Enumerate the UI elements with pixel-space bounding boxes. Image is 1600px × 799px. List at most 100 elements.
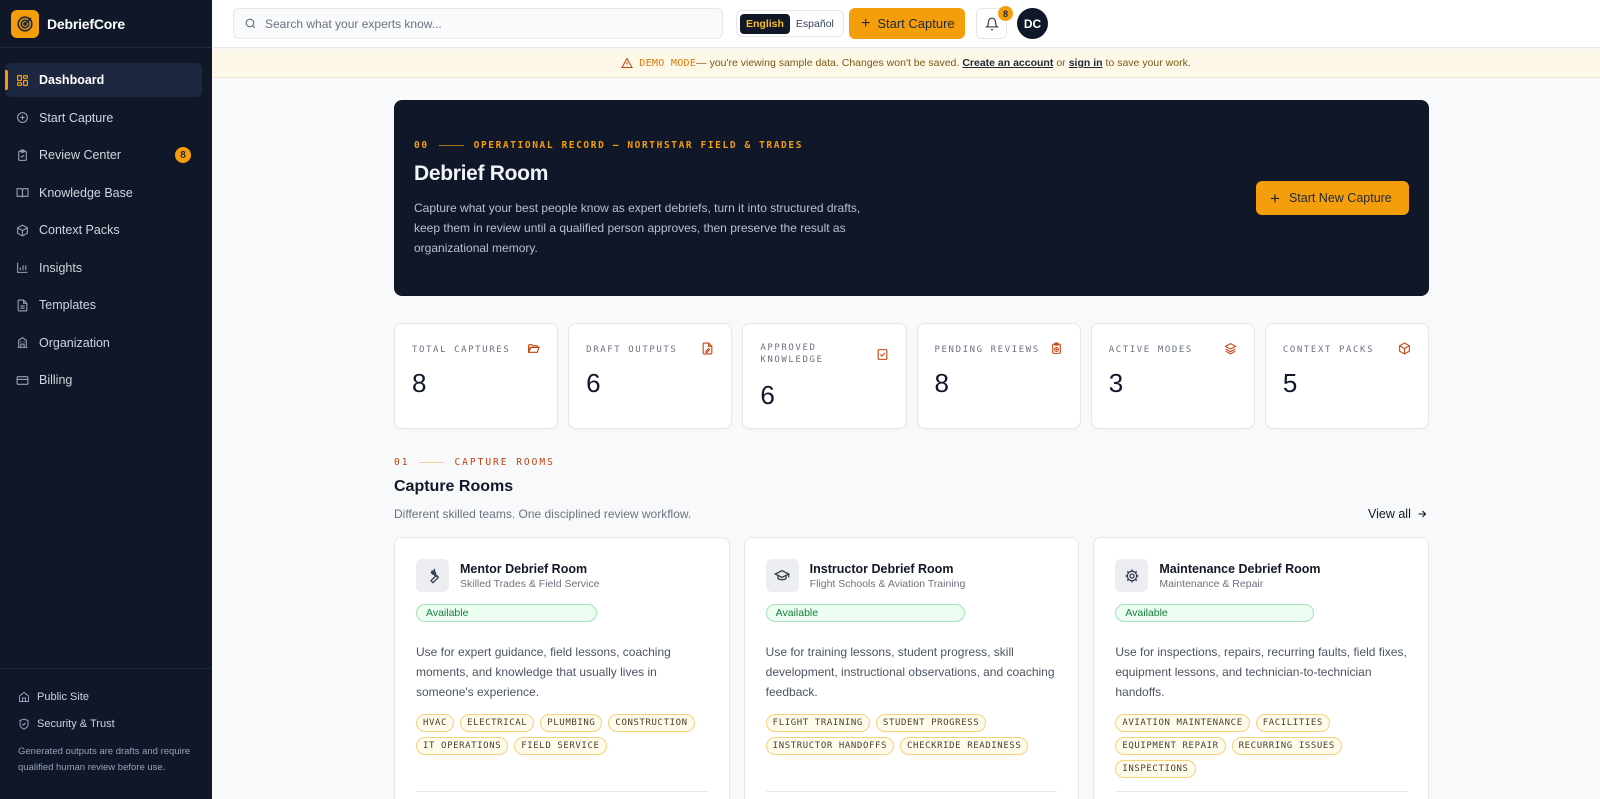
room-tags: AVIATION MAINTENANCE FACILITIES EQUIPMEN…: [1115, 714, 1415, 778]
tag-chip: FIELD SERVICE: [514, 737, 607, 755]
stat-card-context-packs[interactable]: CONTEXT PACKS 5: [1264, 323, 1430, 429]
book-icon: [16, 186, 29, 199]
view-all-link[interactable]: View all: [1368, 507, 1428, 521]
status-badge: Available: [416, 604, 597, 622]
search-box[interactable]: [233, 8, 723, 39]
stat-card-total-captures[interactable]: TOTAL CAPTURES 8: [394, 323, 559, 429]
room-description: Use for training lessons, student progre…: [765, 645, 1055, 699]
app-name: DebriefCore: [47, 15, 125, 32]
room-category: Maintenance & Repair: [1159, 578, 1264, 590]
stat-label: ACTIVE MODES: [1108, 345, 1193, 355]
brand[interactable]: DebriefCore: [0, 0, 212, 48]
room-divider: [1115, 791, 1408, 792]
tag-chip: STUDENT PROGRESS: [875, 714, 987, 732]
sidebar-item-label: Context Packs: [39, 223, 120, 237]
stat-label: APPROVED KNOWLEDGE: [760, 343, 824, 365]
stat-value: 8: [412, 368, 427, 398]
security-trust-label: Security & Trust: [37, 717, 115, 730]
plus-icon: +: [1270, 188, 1280, 208]
public-site-link[interactable]: Public Site: [18, 683, 194, 710]
start-capture-button[interactable]: + Start Capture: [849, 8, 965, 39]
eyebrow-divider: [438, 145, 464, 146]
tag-chip: RECURRING ISSUES: [1231, 737, 1342, 755]
section-index: 01: [394, 457, 410, 468]
search-input[interactable]: [265, 16, 705, 31]
sidebar-item-context-packs[interactable]: Context Packs: [5, 213, 202, 247]
tag-chip: EQUIPMENT REPAIR: [1115, 737, 1226, 755]
tag-chip: AVIATION MAINTENANCE: [1115, 714, 1250, 732]
sidebar-item-label: Review Center: [39, 148, 121, 162]
topbar: English Español + Start Capture 8 DC: [212, 0, 1600, 48]
tag-chip: INSPECTIONS: [1115, 760, 1196, 778]
review-count-badge: 8: [175, 147, 191, 163]
security-trust-link[interactable]: Security & Trust: [18, 710, 194, 737]
status-badge: Available: [1115, 604, 1315, 622]
room-description: Use for expert guidance, field lessons, …: [416, 645, 671, 699]
sidebar-item-knowledge-base[interactable]: Knowledge Base: [5, 176, 202, 210]
sidebar-item-organization[interactable]: Organization: [5, 326, 202, 360]
stat-value: 3: [1108, 368, 1124, 398]
stat-card-active-modes[interactable]: ACTIVE MODES 3: [1090, 323, 1255, 429]
sidebar-item-label: Billing: [39, 373, 73, 387]
notifications-button[interactable]: 8: [976, 6, 1013, 39]
bell-icon: [984, 17, 999, 31]
stat-card-draft-outputs[interactable]: DRAFT OUTPUTS 6: [568, 323, 733, 429]
hero-description: Capture what your best people know as ex…: [414, 201, 861, 255]
sidebar-item-label: Dashboard: [39, 73, 105, 87]
create-account-link[interactable]: Create an account: [962, 57, 1053, 69]
stat-card-pending-reviews[interactable]: PENDING REVIEWS 8: [916, 323, 1081, 429]
room-description: Use for inspections, repairs, recurring …: [1115, 645, 1407, 699]
room-card-mentor[interactable]: Mentor Debrief Room Skilled Trades & Fie…: [394, 537, 730, 799]
sidebar-item-label: Start Capture: [39, 110, 114, 125]
sidebar-item-dashboard[interactable]: Dashboard: [5, 63, 202, 97]
room-category: Skilled Trades & Field Service: [460, 578, 600, 590]
warning-icon: [621, 57, 634, 69]
sidebar-nav: Dashboard Start Capture Review Center 8 …: [0, 48, 212, 397]
eyebrow-divider: [419, 462, 445, 463]
sidebar-item-review-center[interactable]: Review Center 8: [5, 138, 202, 172]
tag-chip: FLIGHT TRAINING: [765, 714, 870, 732]
room-name: Maintenance Debrief Room: [1159, 562, 1321, 576]
wrench-icon: [416, 559, 449, 592]
dashboard-icon: [16, 74, 29, 87]
status-badge: Available: [765, 604, 965, 622]
lang-espanol[interactable]: Español: [790, 14, 840, 34]
capture-rooms-eyebrow: 01 CAPTURE ROOMS: [394, 457, 555, 468]
sign-in-link[interactable]: sign in: [1069, 57, 1103, 69]
building-icon: [16, 336, 29, 349]
sidebar-item-billing[interactable]: Billing: [5, 363, 202, 397]
stat-value: 6: [586, 368, 601, 398]
start-new-capture-label: Start New Capture: [1288, 191, 1392, 205]
room-divider: [765, 791, 1058, 792]
tag-chip: HVAC: [416, 714, 455, 732]
package-icon: [16, 223, 29, 237]
layers-icon: [1224, 342, 1237, 355]
start-new-capture-button[interactable]: + Start New Capture: [1256, 181, 1409, 215]
sidebar-footer: Public Site Security & Trust Generated o…: [0, 668, 212, 799]
tag-chip: FACILITIES: [1255, 714, 1330, 732]
sidebar-item-start-capture[interactable]: Start Capture: [5, 101, 202, 135]
start-capture-label: Start Capture: [877, 16, 955, 31]
check-square-icon: [876, 348, 889, 361]
hero-card: 00 OPERATIONAL RECORD — NORTHSTAR FIELD …: [394, 100, 1429, 296]
lang-english[interactable]: English: [740, 13, 790, 34]
room-card-instructor[interactable]: Instructor Debrief Room Flight Schools &…: [743, 537, 1080, 799]
notification-count-badge: 8: [998, 6, 1013, 21]
room-card-maintenance[interactable]: Maintenance Debrief Room Maintenance & R…: [1093, 537, 1430, 799]
review-disclaimer: Generated outputs are drafts and require…: [18, 746, 191, 773]
stat-label: PENDING REVIEWS: [934, 345, 1040, 355]
banner-suffix: to save your work.: [1105, 57, 1191, 69]
tag-chip: IT OPERATIONS: [416, 737, 509, 755]
avatar[interactable]: DC: [1017, 8, 1048, 39]
stat-value: 5: [1282, 368, 1298, 398]
search-icon: [244, 17, 257, 30]
sidebar-item-templates[interactable]: Templates: [5, 288, 202, 322]
sidebar-item-label: Organization: [39, 335, 110, 350]
room-category: Flight Schools & Aviation Training: [809, 578, 966, 590]
tag-chip: PLUMBING: [540, 714, 603, 732]
sidebar-item-label: Knowledge Base: [39, 185, 133, 200]
gear-icon: [1115, 559, 1149, 592]
tag-chip: ELECTRICAL: [460, 714, 535, 732]
sidebar-item-insights[interactable]: Insights: [5, 251, 202, 285]
stat-card-approved-knowledge[interactable]: APPROVED KNOWLEDGE 6: [742, 323, 907, 429]
